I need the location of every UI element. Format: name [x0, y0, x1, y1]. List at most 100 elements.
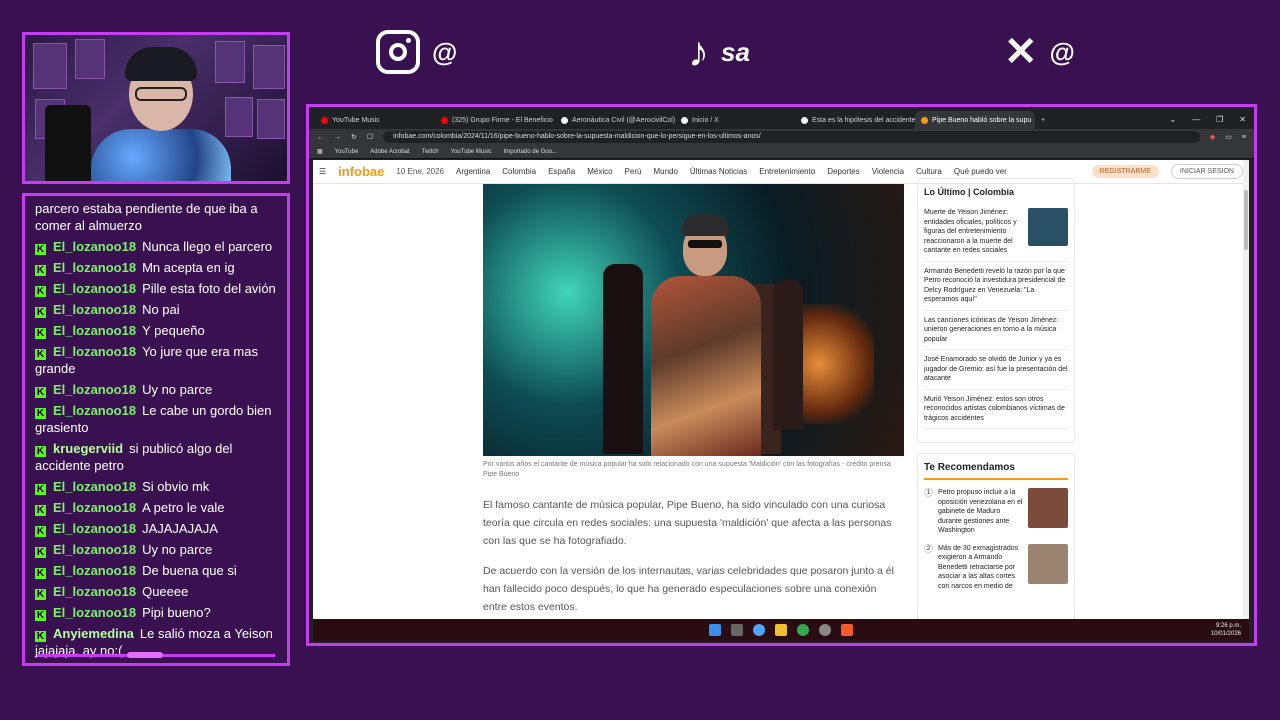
- chat-username[interactable]: El_lozanoo18: [53, 542, 136, 557]
- latest-news-item[interactable]: Muerte de Yeison Jiménez: entidades ofic…: [924, 203, 1068, 262]
- forward-icon[interactable]: →: [334, 134, 341, 141]
- chat-username[interactable]: El_lozanoo18: [53, 479, 136, 494]
- bookmark-item[interactable]: Importado de Goo...: [504, 149, 557, 155]
- windows-start-icon[interactable]: [709, 624, 721, 636]
- browser-tab-bar: YouTube Music (325) Grupo Firme - El Bene…: [309, 107, 1254, 129]
- menu-icon[interactable]: ≡: [1242, 134, 1246, 141]
- recommended-number: 2: [924, 543, 933, 553]
- browser-tab[interactable]: YouTube Music: [315, 111, 435, 129]
- chat-username[interactable]: El_lozanoo18: [53, 260, 136, 275]
- tab-title: Pipe Bueno habló sobre la supu: [932, 116, 1032, 124]
- brave-browser-icon[interactable]: [841, 624, 853, 636]
- chat-text: JAJAJAJAJA: [142, 521, 218, 536]
- nav-link[interactable]: Qué puedo ver: [954, 167, 1007, 176]
- apps-grid-icon[interactable]: ▦: [317, 148, 323, 155]
- article-paragraph: El famoso cantante de música popular, Pi…: [483, 499, 892, 547]
- nav-link[interactable]: Argentina: [456, 167, 490, 176]
- nav-link[interactable]: Perú: [625, 167, 642, 176]
- browser-tab[interactable]: Aeronáutica Civil (@AerocivilCol) / X: [555, 111, 675, 129]
- nav-link[interactable]: México: [587, 167, 612, 176]
- close-icon[interactable]: ✕: [1239, 115, 1246, 124]
- nav-link[interactable]: Colombia: [502, 167, 536, 176]
- screen-capture: YouTube Music (325) Grupo Firme - El Bene…: [306, 104, 1257, 646]
- nav-link[interactable]: España: [548, 167, 575, 176]
- nav-link[interactable]: Últimas Noticias: [690, 167, 747, 176]
- register-button[interactable]: REGISTRARME: [1091, 165, 1159, 178]
- new-tab-icon[interactable]: +: [1035, 117, 1053, 129]
- chat-message: K El_lozanoo18 Uy no parce: [35, 541, 277, 558]
- chat-username[interactable]: El_lozanoo18: [53, 563, 136, 578]
- recommended-number: 1: [924, 488, 933, 497]
- chat-username[interactable]: Anyiemedina: [53, 626, 134, 641]
- chat-username[interactable]: El_lozanoo18: [53, 382, 136, 397]
- reload-icon[interactable]: ↻: [351, 133, 357, 141]
- latest-news-item[interactable]: Armando Benedetti reveló la razón por la…: [924, 262, 1068, 311]
- chat-username[interactable]: El_lozanoo18: [53, 323, 136, 338]
- bookmark-item[interactable]: YouTube: [335, 149, 359, 155]
- latest-news-item[interactable]: José Enamorado se olvidó de Junior y ya …: [924, 350, 1068, 390]
- nav-link[interactable]: Deportes: [827, 167, 859, 176]
- chat-username[interactable]: El_lozanoo18: [53, 239, 136, 254]
- chat-username[interactable]: El_lozanoo18: [53, 403, 136, 418]
- tab-title: (325) Grupo Firme - El Beneficio De: [452, 116, 555, 124]
- tiktok-handle: sa: [721, 36, 750, 67]
- bookmark-item[interactable]: Adobe Acrobat: [370, 149, 409, 155]
- chrome-icon[interactable]: [797, 624, 809, 636]
- bookmark-item[interactable]: YouTube Music: [451, 149, 492, 155]
- bookmark-icon[interactable]: ☐: [367, 133, 373, 141]
- chat-username[interactable]: El_lozanoo18: [53, 605, 136, 620]
- nav-link[interactable]: Violencia: [872, 167, 904, 176]
- article-hero-image: [483, 184, 904, 456]
- nav-link[interactable]: Entretenimiento: [759, 167, 815, 176]
- chat-message: K El_lozanoo18 Le cabe un gordo bien grasi…: [35, 402, 277, 436]
- chat-username[interactable]: kruegerviid: [53, 441, 123, 456]
- maximize-icon[interactable]: ❐: [1216, 115, 1223, 124]
- sidebar-icon[interactable]: ▭: [1225, 133, 1232, 141]
- minimize-icon[interactable]: —: [1192, 115, 1200, 124]
- system-clock[interactable]: 9:26 p.m. 10/01/2026: [1211, 622, 1241, 638]
- nav-link[interactable]: Cultura: [916, 167, 942, 176]
- article-body: El famoso cantante de música popular, Pi…: [483, 496, 903, 619]
- chat-username[interactable]: El_lozanoo18: [53, 521, 136, 536]
- browser-tab[interactable]: (325) Grupo Firme - El Beneficio De: [435, 111, 555, 129]
- collapse-icon[interactable]: ⌄: [1169, 115, 1176, 124]
- hamburger-menu-icon[interactable]: ☰: [319, 167, 326, 176]
- chat-message: K El_lozanoo18 Nunca llego el parcero: [35, 238, 277, 255]
- web-page: ☰ infobae 10 Ene, 2026 Argentina Colombia…: [313, 160, 1249, 619]
- chat-username[interactable]: El_lozanoo18: [53, 344, 136, 359]
- latest-news-item[interactable]: Murió Yeison Jiménez: estos son otros re…: [924, 390, 1068, 429]
- browser-tab[interactable]: Inicio / X: [675, 111, 795, 129]
- chat-username[interactable]: El_lozanoo18: [53, 584, 136, 599]
- recommended-item[interactable]: 2 Más de 30 exmagistrados exigieron a Arm…: [924, 543, 1068, 592]
- copilot-icon[interactable]: [753, 624, 765, 636]
- windows-taskbar: 9:26 p.m. 10/01/2026: [313, 619, 1249, 641]
- chat-username[interactable]: El_lozanoo18: [53, 302, 136, 317]
- chat-text: A petro le vale: [142, 500, 225, 515]
- latest-news-panel: Lo Último | Colombia Muerte de Yeison Ji…: [917, 178, 1075, 443]
- page-scrollbar[interactable]: [1243, 160, 1249, 619]
- instagram-group: @: [376, 30, 457, 74]
- task-view-icon[interactable]: [731, 624, 743, 636]
- kick-badge-icon: K: [35, 349, 46, 360]
- chat-message: K El_lozanoo18 Pille esta foto del avión: [35, 280, 277, 297]
- back-icon[interactable]: ←: [317, 134, 324, 141]
- chat-message: K El_lozanoo18 Y pequeño: [35, 322, 277, 339]
- recommended-panel: Te Recomendamos 1 Petro propuso incluir a…: [917, 453, 1075, 619]
- browser-tab[interactable]: Pipe Bueno habló sobre la supu: [915, 111, 1035, 129]
- tab-favicon-icon: [801, 116, 808, 124]
- bookmark-item[interactable]: Twitch: [422, 149, 439, 155]
- latest-news-item[interactable]: Las canciones icónicas de Yeison Jiménez…: [924, 311, 1068, 350]
- nav-link[interactable]: Mundo: [653, 167, 677, 176]
- chat-username[interactable]: El_lozanoo18: [53, 500, 136, 515]
- recommended-item[interactable]: 1 Petro propuso incluir a la oposición ve…: [924, 488, 1068, 536]
- file-explorer-icon[interactable]: [775, 624, 787, 636]
- site-logo[interactable]: infobae: [338, 164, 384, 179]
- url-field[interactable]: infobae.com/colombia/2024/11/16/pipe-bue…: [383, 131, 1200, 143]
- chat-text: Mn acepta en ig: [142, 260, 235, 275]
- settings-icon[interactable]: [819, 624, 831, 636]
- chat-username[interactable]: El_lozanoo18: [53, 281, 136, 296]
- login-button[interactable]: INICIAR SESION: [1170, 164, 1243, 179]
- site-nav: ☰ infobae 10 Ene, 2026 Argentina Colombia…: [313, 160, 1249, 184]
- brave-shield-icon[interactable]: ◆: [1210, 133, 1215, 141]
- browser-tab[interactable]: Esta es la hipótesis del accidente aér: [795, 111, 915, 129]
